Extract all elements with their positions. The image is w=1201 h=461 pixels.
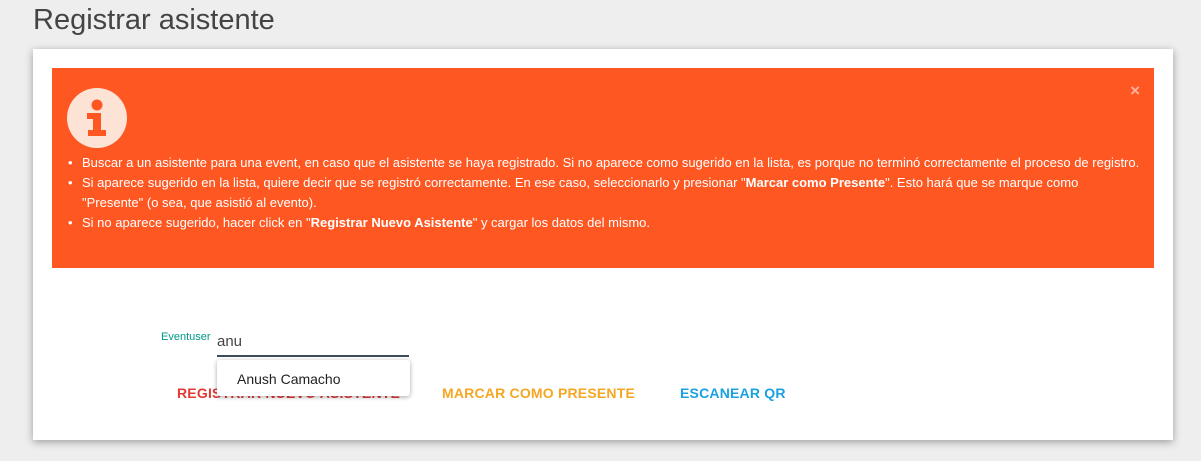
info-alert: × Buscar a un asistente para una event, …	[52, 68, 1154, 268]
autocomplete-dropdown: Anush Camacho	[217, 360, 410, 396]
alert-item: Si no aparece sugerido, hacer click en "…	[68, 213, 1142, 233]
close-icon[interactable]: ×	[1130, 82, 1140, 100]
register-card: × Buscar a un asistente para una event, …	[33, 49, 1173, 440]
info-icon	[67, 88, 127, 148]
page-title: Registrar asistente	[33, 4, 275, 36]
alert-item: Buscar a un asistente para una event, en…	[68, 153, 1142, 173]
scan-qr-button[interactable]: ESCANEAR QR	[680, 385, 786, 401]
alert-item: Si aparece sugerido en la lista, quiere …	[68, 173, 1142, 213]
alert-list: Buscar a un asistente para una event, en…	[67, 153, 1142, 233]
mark-present-button[interactable]: MARCAR COMO PRESENTE	[442, 385, 635, 401]
eventuser-input[interactable]	[217, 327, 409, 357]
autocomplete-item[interactable]: Anush Camacho	[237, 371, 341, 387]
eventuser-label: Eventuser	[161, 331, 211, 343]
